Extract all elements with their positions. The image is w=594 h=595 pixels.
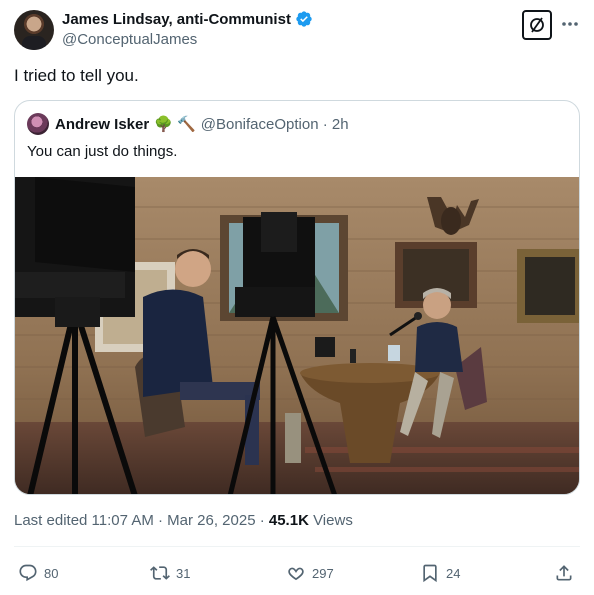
repost-count: 31 — [176, 565, 191, 581]
author-name-row[interactable]: James Lindsay, anti-Communist — [62, 10, 313, 28]
quoted-author-emojis: 🌳 🔨 — [154, 116, 196, 133]
bookmark-button[interactable]: 24 — [420, 562, 460, 584]
views-count: 45.1K — [268, 512, 309, 529]
repost-button[interactable]: 31 — [150, 562, 190, 584]
views-label: Views — [308, 512, 353, 529]
more-dots-icon — [562, 22, 578, 26]
verified-badge-icon — [296, 11, 312, 27]
quoted-text: You can just do things. — [27, 143, 178, 160]
tweet: James Lindsay, anti-Communist @Conceptua… — [0, 0, 594, 595]
quoted-header: Andrew Isker 🌳 🔨 @BonifaceOption · 2h — [55, 115, 349, 134]
divider — [14, 546, 580, 547]
author-avatar[interactable] — [14, 10, 54, 50]
reply-icon — [19, 564, 37, 582]
grok-button[interactable] — [522, 10, 552, 40]
reply-count: 80 — [44, 565, 59, 581]
quoted-handle-time[interactable]: @BonifaceOption · 2h — [201, 116, 349, 133]
more-options-button[interactable] — [560, 14, 580, 34]
bookmark-count: 24 — [446, 565, 461, 581]
edited-timestamp[interactable]: Last edited 11:07 AM · Mar 26, 2025 · — [14, 512, 269, 529]
repost-icon — [150, 566, 170, 580]
author-name[interactable]: James Lindsay, anti-Communist — [62, 11, 291, 28]
tweet-text: I tried to tell you. — [14, 66, 139, 85]
bookmark-icon — [423, 564, 437, 583]
quoted-author-avatar[interactable] — [27, 113, 49, 135]
author-handle[interactable]: @ConceptualJames — [62, 31, 197, 48]
like-count: 297 — [312, 565, 334, 581]
tweet-meta: Last edited 11:07 AM · Mar 26, 2025 · 45… — [14, 512, 353, 529]
grok-icon — [530, 17, 544, 33]
quoted-author-name[interactable]: Andrew Isker — [55, 116, 149, 133]
quoted-photo[interactable] — [15, 177, 580, 495]
reply-button[interactable]: 80 — [18, 562, 58, 584]
quoted-tweet[interactable]: Andrew Isker 🌳 🔨 @BonifaceOption · 2h Yo… — [14, 100, 580, 495]
share-button[interactable] — [554, 562, 574, 584]
heart-icon — [288, 567, 304, 581]
share-icon — [556, 565, 572, 581]
like-button[interactable]: 297 — [286, 562, 334, 584]
